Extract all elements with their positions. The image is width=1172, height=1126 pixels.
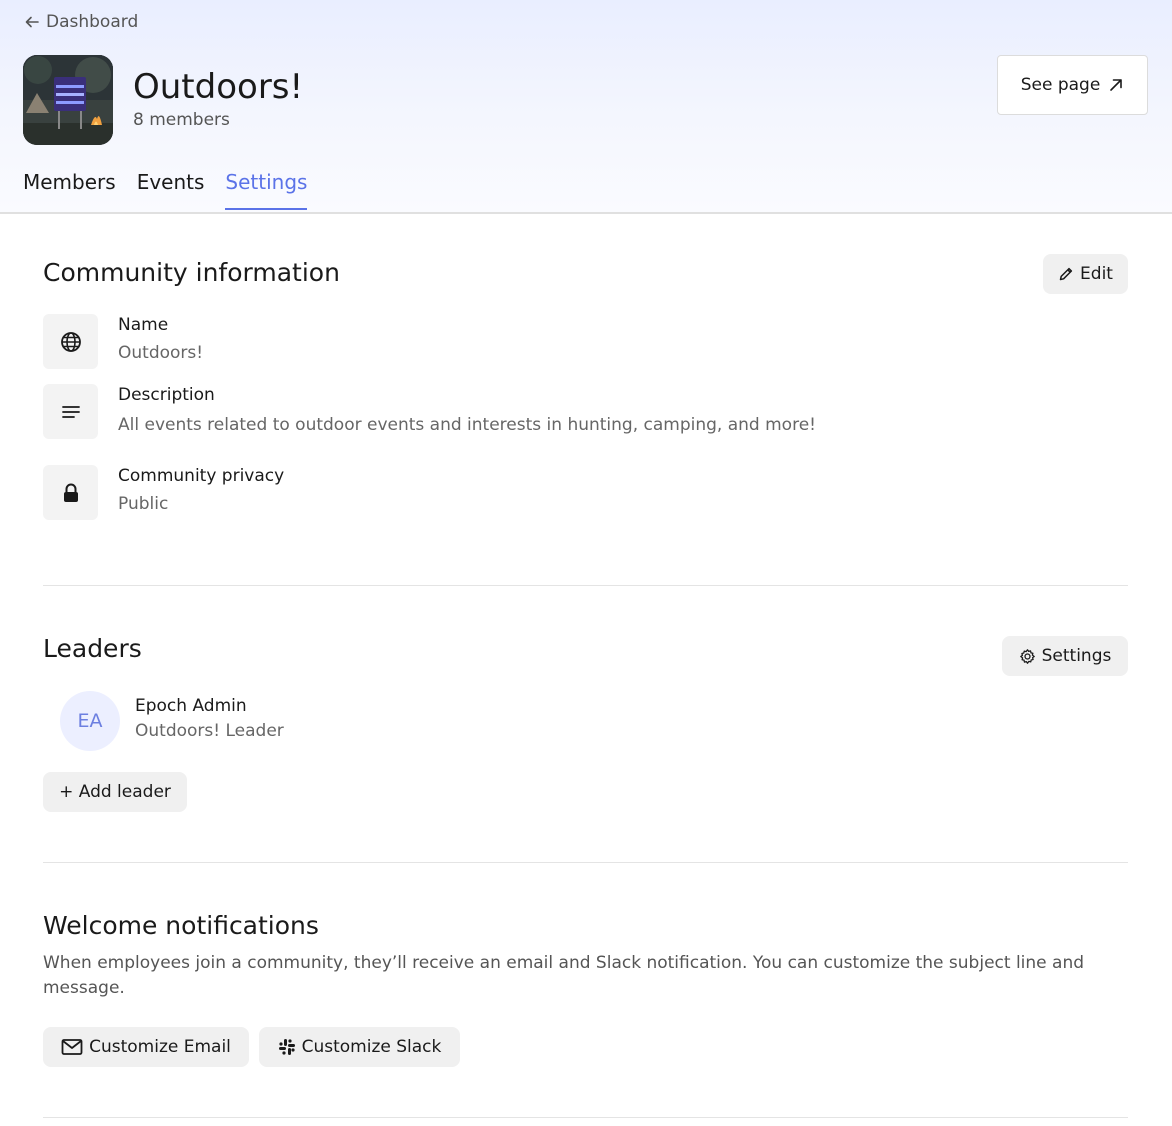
customize-slack-label: Customize Slack (301, 1037, 442, 1057)
customize-email-label: Customize Email (89, 1037, 231, 1057)
arrow-left-icon (25, 16, 39, 28)
privacy-value: Public (118, 494, 169, 514)
name-label: Name (118, 315, 169, 335)
info-row-privacy: Community privacy Public (43, 465, 284, 520)
leader-name: Epoch Admin (135, 696, 247, 716)
leader-role: Outdoors! Leader (135, 721, 284, 741)
leaders-settings-label: Settings (1041, 646, 1112, 666)
edit-button[interactable]: Edit (1043, 254, 1128, 294)
add-leader-label: + Add leader (59, 782, 171, 802)
external-arrow-icon (1110, 79, 1123, 91)
customize-email-button[interactable]: Customize Email (43, 1027, 249, 1067)
slack-icon (278, 1039, 295, 1055)
description-label: Description (118, 385, 215, 405)
avatar: EA (60, 691, 120, 751)
edit-label: Edit (1080, 264, 1113, 284)
add-leader-button[interactable]: + Add leader (43, 772, 187, 812)
name-value: Outdoors! (118, 343, 204, 363)
info-row-description: Description All events related to outdoo… (43, 384, 816, 439)
welcome-description: When employees join a community, they’ll… (43, 953, 1085, 998)
lock-icon (43, 465, 98, 520)
tab-settings[interactable]: Settings (225, 170, 308, 210)
leaders-title: Leaders (43, 634, 142, 663)
section-divider (43, 862, 1128, 863)
tab-bar: Members Events Settings (23, 170, 328, 210)
see-page-button[interactable]: See page (997, 55, 1148, 115)
text-lines-icon (43, 384, 98, 439)
info-row-name: Name Outdoors! (43, 314, 203, 369)
member-count: 8 members (133, 110, 230, 130)
globe-icon (43, 314, 98, 369)
leaders-settings-button[interactable]: Settings (1002, 636, 1128, 676)
section-divider (43, 1117, 1128, 1118)
mail-icon (61, 1039, 83, 1055)
gear-icon (1019, 648, 1035, 664)
back-link-label: Dashboard (46, 12, 139, 32)
community-image (23, 55, 113, 145)
pencil-icon (1059, 267, 1073, 281)
community-header: Dashboard Outdoors! 8 members See page M… (0, 0, 1172, 214)
description-value: All events related to outdoor events and… (118, 415, 816, 435)
community-title: Outdoors! (133, 67, 304, 107)
tab-members[interactable]: Members (23, 170, 116, 208)
back-to-dashboard-link[interactable]: Dashboard (24, 12, 138, 32)
privacy-label: Community privacy (118, 466, 285, 486)
see-page-label: See page (1020, 75, 1101, 95)
customize-slack-button[interactable]: Customize Slack (259, 1027, 460, 1067)
welcome-title: Welcome notifications (43, 911, 319, 940)
community-info-title: Community information (43, 258, 340, 287)
tab-events[interactable]: Events (137, 170, 205, 208)
section-divider (43, 585, 1128, 586)
